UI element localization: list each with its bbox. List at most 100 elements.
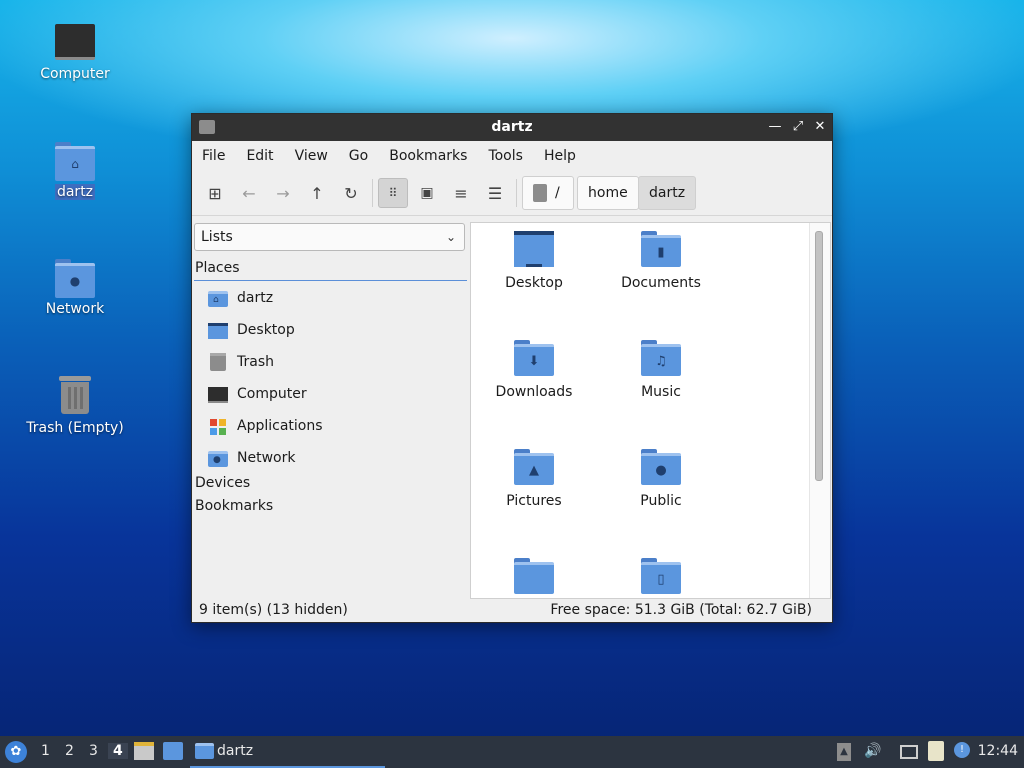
file-item-pictures[interactable]: ▲ Pictures bbox=[474, 449, 594, 509]
compact-view-icon[interactable]: ≡ bbox=[446, 178, 476, 208]
file-manager-launcher-icon[interactable] bbox=[134, 742, 154, 760]
vertical-scrollbar[interactable] bbox=[809, 223, 830, 598]
menu-edit[interactable]: Edit bbox=[246, 148, 273, 164]
desktop-icon-computer[interactable]: Computer bbox=[15, 24, 135, 82]
taskbar: ✿ 1 2 3 4 dartz ▲ 🔊 ! 12:44 bbox=[0, 736, 1024, 768]
volume-icon[interactable]: 🔊 bbox=[864, 743, 881, 759]
desktop-icon-label: Computer bbox=[40, 66, 110, 82]
applications-grid-icon bbox=[208, 417, 228, 435]
menu-file[interactable]: File bbox=[202, 148, 225, 164]
path-button-current[interactable]: dartz bbox=[638, 176, 697, 210]
title-bar[interactable]: dartz — ⤢ ✕ bbox=[192, 114, 832, 141]
icon-view-icon[interactable]: ⠿ bbox=[378, 178, 408, 208]
path-segment-label: dartz bbox=[649, 185, 686, 201]
file-item-documents[interactable]: ▮ Documents bbox=[601, 231, 721, 291]
trash-icon bbox=[57, 374, 93, 414]
window-title: dartz bbox=[491, 119, 533, 135]
back-arrow-icon[interactable]: ← bbox=[234, 178, 264, 208]
clock[interactable]: 12:44 bbox=[978, 743, 1018, 759]
sidebar-mode-value: Lists bbox=[201, 229, 233, 245]
file-item-templates[interactable]: ▯ bbox=[601, 558, 721, 598]
thumbnail-view-icon[interactable]: ▣ bbox=[412, 178, 442, 208]
public-folder-icon: ● bbox=[641, 449, 681, 485]
downloads-folder-icon: ⬇ bbox=[514, 340, 554, 376]
reload-icon[interactable]: ↻ bbox=[336, 178, 366, 208]
network-folder-icon: ● bbox=[208, 451, 228, 467]
file-item-folder[interactable] bbox=[474, 558, 594, 598]
file-label: Pictures bbox=[506, 493, 562, 509]
sidebar-item-desktop[interactable]: Desktop bbox=[208, 318, 295, 342]
sidebar-item-trash[interactable]: Trash bbox=[208, 350, 274, 374]
file-view[interactable]: Desktop ▮ Documents ⬇ Downloads ♫ Music … bbox=[470, 222, 831, 599]
show-desktop-icon[interactable] bbox=[163, 742, 183, 760]
desktop-icon bbox=[208, 323, 228, 339]
templates-folder-icon: ▯ bbox=[641, 558, 681, 594]
file-label: Desktop bbox=[505, 275, 563, 291]
trash-icon bbox=[210, 353, 226, 371]
desktop-icon-label: dartz bbox=[54, 184, 96, 200]
menu-bookmarks[interactable]: Bookmarks bbox=[389, 148, 467, 164]
new-tab-icon[interactable]: ⊞ bbox=[200, 178, 230, 208]
sidebar-mode-select[interactable]: Lists ⌄ bbox=[194, 223, 465, 251]
toolbar: ⊞ ← → ↑ ↻ ⠿ ▣ ≡ ☰ / home dartz bbox=[192, 171, 832, 216]
path-button-home[interactable]: home bbox=[577, 176, 639, 210]
file-item-music[interactable]: ♫ Music bbox=[601, 340, 721, 400]
sidebar-item-label: dartz bbox=[237, 290, 274, 306]
menu-go[interactable]: Go bbox=[349, 148, 368, 164]
folder-icon bbox=[514, 558, 554, 594]
tray-up-arrow-icon[interactable]: ▲ bbox=[837, 743, 851, 761]
start-menu-icon[interactable]: ✿ bbox=[5, 741, 27, 763]
sidebar-item-applications[interactable]: Applications bbox=[208, 414, 323, 438]
workspace-3[interactable]: 3 bbox=[89, 743, 98, 759]
path-segment-label: home bbox=[588, 185, 628, 201]
sidebar-item-network[interactable]: ● Network bbox=[208, 446, 295, 470]
clipboard-icon[interactable] bbox=[928, 741, 944, 761]
close-icon[interactable]: ✕ bbox=[811, 118, 829, 136]
minimize-icon[interactable]: — bbox=[766, 118, 784, 136]
sidebar-item-computer[interactable]: Computer bbox=[208, 382, 307, 406]
task-button-file-manager[interactable]: dartz bbox=[190, 736, 385, 768]
chevron-down-icon: ⌄ bbox=[445, 230, 456, 244]
detailed-list-view-icon[interactable]: ☰ bbox=[480, 178, 510, 208]
file-label: Public bbox=[640, 493, 682, 509]
file-label: Downloads bbox=[495, 384, 573, 400]
forward-arrow-icon[interactable]: → bbox=[268, 178, 298, 208]
bookmarks-header[interactable]: Bookmarks bbox=[195, 498, 273, 514]
drive-icon bbox=[533, 184, 547, 202]
up-arrow-icon[interactable]: ↑ bbox=[302, 178, 332, 208]
status-bar: 9 item(s) (13 hidden) Free space: 51.3 G… bbox=[192, 600, 832, 622]
menu-help[interactable]: Help bbox=[544, 148, 576, 164]
file-item-downloads[interactable]: ⬇ Downloads bbox=[474, 340, 594, 400]
maximize-icon[interactable]: ⤢ bbox=[789, 118, 807, 136]
sidebar-item-label: Trash bbox=[237, 354, 274, 370]
desktop-icon-home-folder[interactable]: ⌂ dartz bbox=[15, 142, 135, 200]
documents-folder-icon: ▮ bbox=[641, 231, 681, 267]
desktop-icon-network[interactable]: ● Network bbox=[15, 259, 135, 317]
file-item-desktop[interactable]: Desktop bbox=[474, 231, 594, 291]
home-folder-icon: ⌂ bbox=[55, 142, 95, 181]
update-notifier-icon[interactable]: ! bbox=[954, 742, 970, 758]
free-space: Free space: 51.3 GiB (Total: 62.7 GiB) bbox=[550, 602, 812, 618]
pictures-folder-icon: ▲ bbox=[514, 449, 554, 485]
desktop-folder-icon bbox=[514, 231, 554, 267]
workspace-2[interactable]: 2 bbox=[65, 743, 74, 759]
menu-view[interactable]: View bbox=[295, 148, 328, 164]
sidebar-item-home[interactable]: ⌂ dartz bbox=[208, 286, 273, 310]
workspace-1[interactable]: 1 bbox=[41, 743, 50, 759]
workspace-4[interactable]: 4 bbox=[108, 743, 128, 759]
places-header[interactable]: Places bbox=[195, 260, 240, 276]
file-label: Documents bbox=[621, 275, 701, 291]
scrollbar-thumb[interactable] bbox=[815, 231, 823, 481]
path-button-root[interactable]: / bbox=[522, 176, 574, 210]
file-item-public[interactable]: ● Public bbox=[601, 449, 721, 509]
sidebar-item-label: Network bbox=[237, 450, 296, 466]
item-count: 9 item(s) (13 hidden) bbox=[199, 602, 348, 618]
sidebar-item-label: Computer bbox=[237, 386, 307, 402]
menu-tools[interactable]: Tools bbox=[488, 148, 523, 164]
devices-header[interactable]: Devices bbox=[195, 475, 250, 491]
monitor-icon bbox=[55, 24, 95, 60]
desktop-icon-trash[interactable]: Trash (Empty) bbox=[15, 374, 135, 436]
file-label: Music bbox=[641, 384, 681, 400]
network-status-icon[interactable] bbox=[900, 745, 918, 759]
desktop-icon-label: Network bbox=[45, 301, 105, 317]
